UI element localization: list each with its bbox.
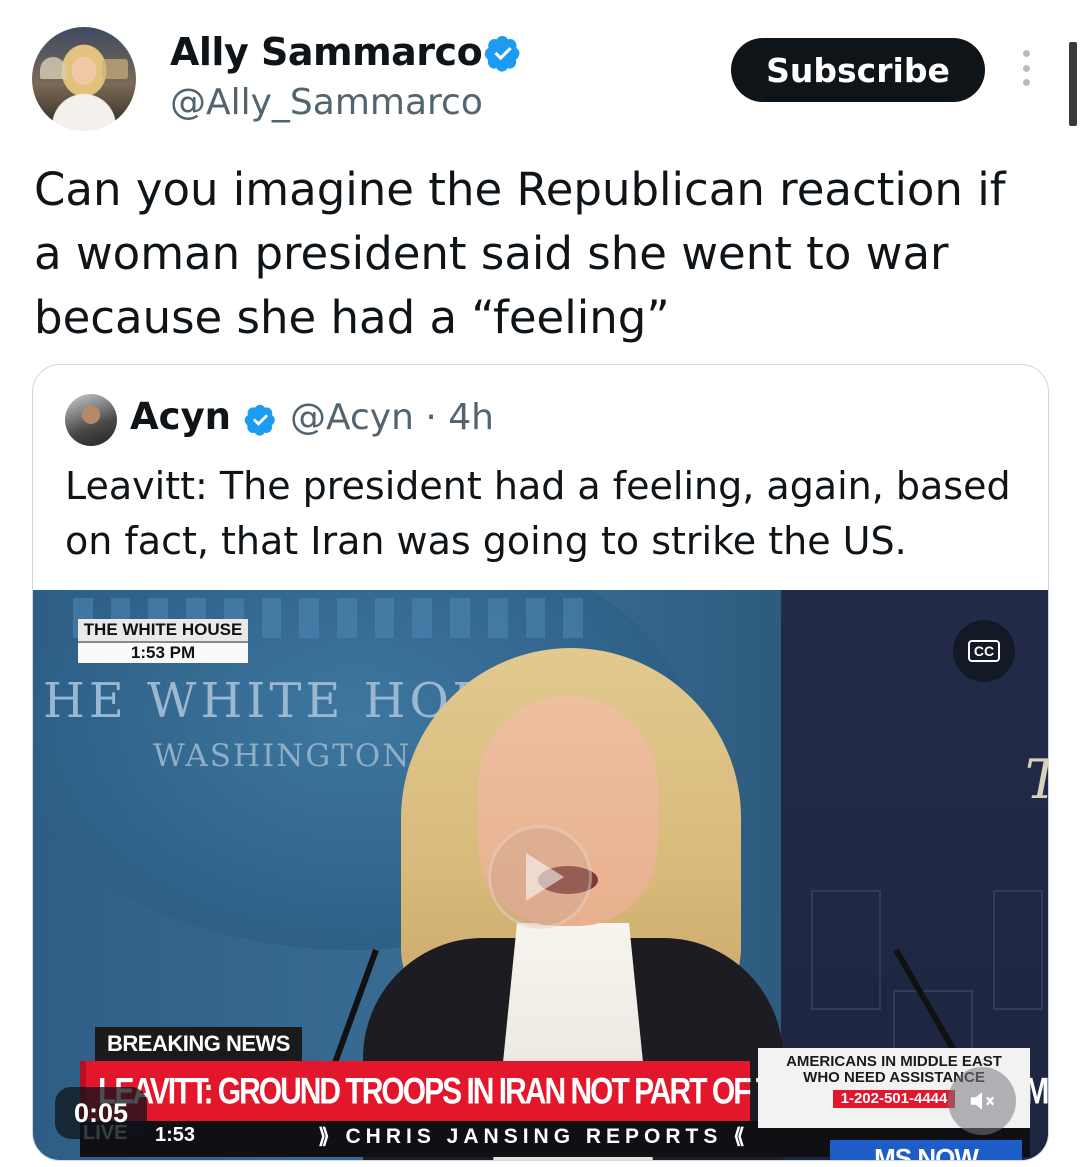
backdrop-right-text: T [1025, 748, 1048, 811]
quoted-author-name: Acyn [130, 395, 232, 438]
author-name[interactable]: Ally Sammarco [170, 30, 483, 74]
breaking-news-label: BREAKING NEWS [95, 1027, 302, 1061]
quoted-handle-time: @Acyn · 4h [290, 397, 494, 438]
quoted-tweet[interactable]: Acyn @Acyn · 4h Leavitt: The president h… [32, 364, 1049, 1161]
scrollbar[interactable] [1069, 42, 1077, 126]
more-vertical-icon[interactable] [1018, 50, 1034, 86]
author-avatar[interactable] [32, 27, 136, 131]
video-player[interactable]: HE WHITE HOU WASHINGTON T THE WHITE HOUS… [33, 590, 1048, 1160]
subscribe-button[interactable]: Subscribe [731, 38, 985, 102]
live-time: 1:53 [155, 1124, 196, 1146]
author-handle[interactable]: @Ally_Sammarco [170, 82, 483, 123]
tweet-text: Can you imagine the Republican reaction … [34, 163, 1006, 344]
quoted-handle: @Acyn [290, 397, 414, 438]
assistance-phone: 1-202-501-4444 [832, 1090, 956, 1108]
location-badge: THE WHITE HOUSE 1:53 PM [78, 619, 248, 663]
network-logo: MS NOW [830, 1140, 1022, 1160]
quoted-text: Leavitt: The president had a feeling, ag… [65, 464, 1011, 563]
show-name: ⟫ CHRIS JANSING REPORTS ⟪ [318, 1125, 750, 1148]
speaker-muted-icon [970, 1092, 995, 1110]
verified-badge-icon [484, 35, 520, 72]
quoted-verified-badge-icon [244, 404, 275, 436]
headline-bar: LEAVITT: GROUND TROOPS IN IRAN NOT PART … [80, 1061, 1048, 1121]
quoted-time: · 4h [425, 397, 494, 438]
quoted-author-avatar[interactable] [65, 394, 117, 446]
closed-captions-button[interactable]: CC [953, 620, 1015, 682]
play-icon [526, 853, 564, 901]
location-time: 1:53 PM [78, 643, 248, 663]
location-label: THE WHITE HOUSE [78, 619, 248, 643]
mute-button[interactable] [948, 1067, 1016, 1135]
cc-icon: CC [967, 640, 1001, 662]
play-button[interactable] [488, 825, 592, 929]
video-elapsed-time: 0:05 [55, 1087, 147, 1139]
